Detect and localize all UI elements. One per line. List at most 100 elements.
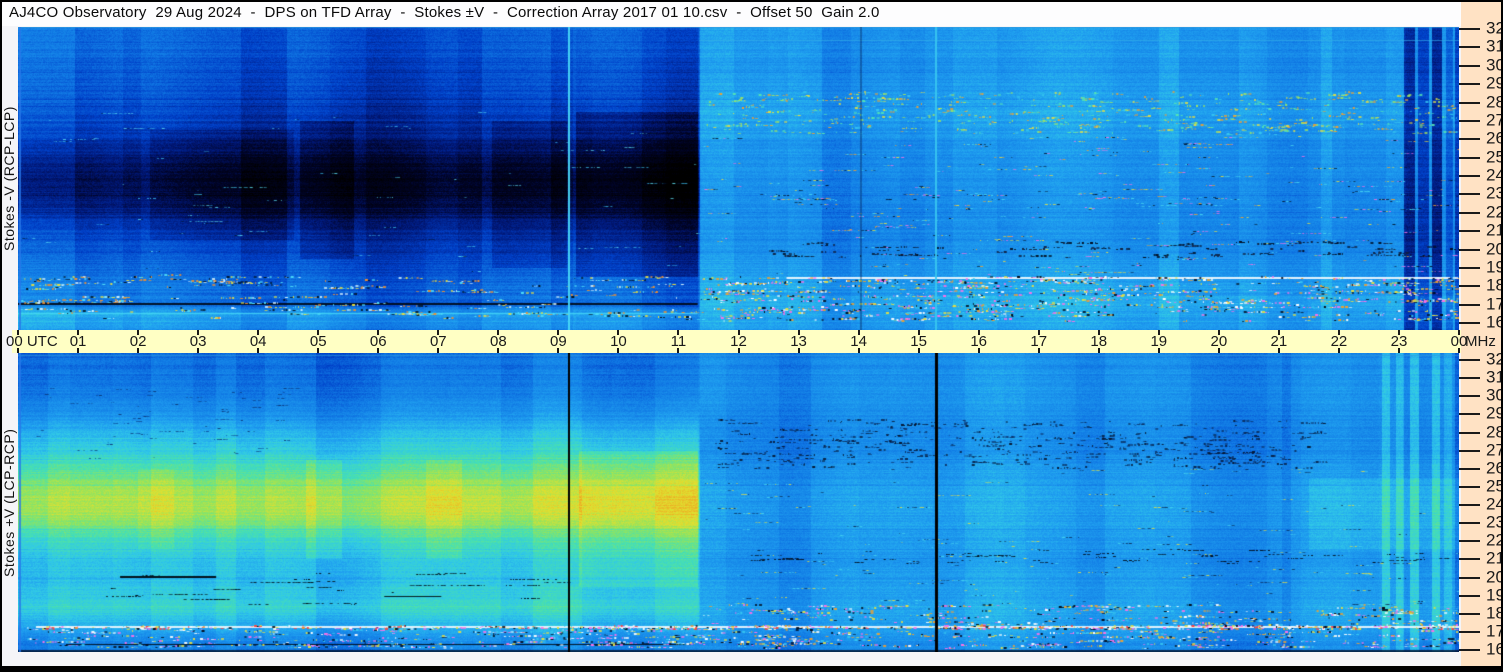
freq-tick-mark <box>1459 266 1480 269</box>
freq-tick-mark <box>1459 395 1480 398</box>
freq-tick-label: 18 <box>1486 275 1501 295</box>
hour-tick-label: 11 <box>670 333 687 350</box>
freq-tick-label: 21 <box>1486 220 1501 240</box>
hour-tick-label: 12 <box>730 333 747 350</box>
hour-tick-label: 03 <box>189 333 207 350</box>
freq-tick-mark <box>1459 630 1480 633</box>
freq-tick-label: 30 <box>1486 55 1501 75</box>
hour-tick-label: 21 <box>1270 333 1288 350</box>
freq-tick-label: 19 <box>1486 585 1501 605</box>
freq-tick-mark <box>1459 285 1480 288</box>
freq-tick-label: 23 <box>1486 512 1501 532</box>
hour-tick-label: 01 <box>69 333 87 350</box>
freq-tick-label: 22 <box>1486 202 1501 222</box>
freq-tick-label: 31 <box>1486 367 1501 387</box>
freq-tick-label: 32 <box>1486 349 1501 369</box>
freq-tick-label: 28 <box>1486 422 1501 442</box>
hour-tick-label: 18 <box>1090 333 1108 350</box>
freq-tick-mark <box>1459 467 1480 470</box>
freq-tick-mark <box>1459 449 1480 452</box>
freq-tick-label: 16 <box>1486 639 1501 659</box>
freq-tick-mark <box>1459 248 1480 251</box>
hour-tick-label: 07 <box>429 333 447 350</box>
freq-tick-label: 19 <box>1486 257 1501 277</box>
hour-tick-label: 13 <box>790 333 807 350</box>
freq-tick-mark <box>1459 504 1480 506</box>
freq-tick-mark <box>1459 211 1480 214</box>
freq-tick-mark <box>1459 138 1480 141</box>
freq-tick-label: 18 <box>1486 603 1501 623</box>
freq-tick-label: 23 <box>1486 183 1501 203</box>
freq-tick-mark <box>1459 558 1480 561</box>
freq-tick-mark <box>1459 322 1480 324</box>
freq-tick-label: 26 <box>1486 458 1501 478</box>
freq-tick-mark <box>1459 485 1480 488</box>
hour-tick-label: 00 UTC <box>6 333 58 350</box>
mhz-unit-label: MHz <box>1465 333 1496 350</box>
hour-tick-label: 08 <box>489 333 507 350</box>
spectrogram-stokes-minus-v <box>18 27 1459 330</box>
hour-tick-label: 23 <box>1390 333 1408 350</box>
freq-tick-mark <box>1459 413 1480 416</box>
freq-tick-mark <box>1459 193 1480 196</box>
freq-tick-mark <box>1459 649 1480 651</box>
freq-tick-mark <box>1459 46 1480 49</box>
ylabel-stokes-plus-v: Stokes +V (LCP-RCP) <box>2 428 17 577</box>
freq-tick-mark <box>1459 540 1480 543</box>
hour-tick-label: 22 <box>1330 333 1348 350</box>
freq-tick-mark <box>1459 156 1480 159</box>
freq-tick-mark <box>1459 83 1480 86</box>
freq-tick-label: 30 <box>1486 385 1501 405</box>
freq-tick-label: 31 <box>1486 36 1501 56</box>
freq-tick-label: 20 <box>1486 567 1501 587</box>
hour-tick-label: 16 <box>970 333 987 350</box>
freq-tick-label: 16 <box>1486 312 1501 332</box>
freq-tick-mark <box>1459 377 1480 380</box>
freq-tick-label: 28 <box>1486 92 1501 112</box>
hour-tick-label: 10 <box>610 333 627 350</box>
hour-tick-label: 15 <box>910 333 927 350</box>
freq-tick-mark <box>1459 359 1480 361</box>
hour-tick-label: 09 <box>550 333 567 350</box>
hour-tick-label: 06 <box>369 333 387 350</box>
freq-tick-mark <box>1459 119 1480 122</box>
app-window: AJ4CO Observatory 29 Aug 2024 - DPS on T… <box>0 0 1503 672</box>
freq-tick-label: 20 <box>1486 239 1501 259</box>
freq-tick-mark <box>1459 431 1480 434</box>
hour-tick-label: 05 <box>309 333 327 350</box>
freq-tick-mark <box>1459 612 1480 615</box>
freq-tick-label: 24 <box>1486 165 1501 185</box>
freq-tick-label: 22 <box>1486 530 1501 550</box>
freq-tick-label: 27 <box>1486 110 1501 130</box>
ylabel-stokes-minus-v: Stokes -V (RCP-LCP) <box>2 106 17 251</box>
freq-tick-mark <box>1459 576 1480 579</box>
freq-tick-mark <box>1459 522 1480 525</box>
freq-tick-label: 32 <box>1486 18 1501 38</box>
page-title: AJ4CO Observatory 29 Aug 2024 - DPS on T… <box>9 4 880 21</box>
spectrograph-page: AJ4CO Observatory 29 Aug 2024 - DPS on T… <box>2 2 1501 666</box>
freq-tick-mark <box>1459 28 1480 30</box>
freq-tick-label: 24 <box>1486 494 1501 514</box>
freq-tick-label: 17 <box>1486 621 1501 641</box>
hour-tick-label: 04 <box>249 333 267 350</box>
freq-tick-mark <box>1459 175 1480 177</box>
freq-tick-mark <box>1459 101 1480 104</box>
freq-tick-label: 17 <box>1486 294 1501 314</box>
freq-tick-label: 27 <box>1486 440 1501 460</box>
hour-tick-label: 17 <box>1030 333 1048 350</box>
hour-tick-label: 19 <box>1150 333 1168 350</box>
freq-tick-mark <box>1459 594 1480 597</box>
freq-tick-label: 26 <box>1486 128 1501 148</box>
freq-tick-label: 25 <box>1486 476 1501 496</box>
spectrogram-stokes-plus-v <box>18 353 1459 652</box>
freq-tick-mark <box>1459 230 1480 233</box>
freq-tick-mark <box>1459 64 1480 67</box>
hour-tick-label: 20 <box>1210 333 1228 350</box>
freq-tick-label: 29 <box>1486 403 1501 423</box>
freq-tick-label: 25 <box>1486 147 1501 167</box>
freq-tick-label: 21 <box>1486 548 1501 568</box>
freq-tick-label: 29 <box>1486 73 1501 93</box>
freq-tick-mark <box>1459 303 1480 306</box>
hour-tick-label: 02 <box>129 333 147 350</box>
time-axis: 00 UTC 01 02 03 04 05 06 07 08 09 10 11 12 13 14 15 16 17… <box>6 330 1467 353</box>
